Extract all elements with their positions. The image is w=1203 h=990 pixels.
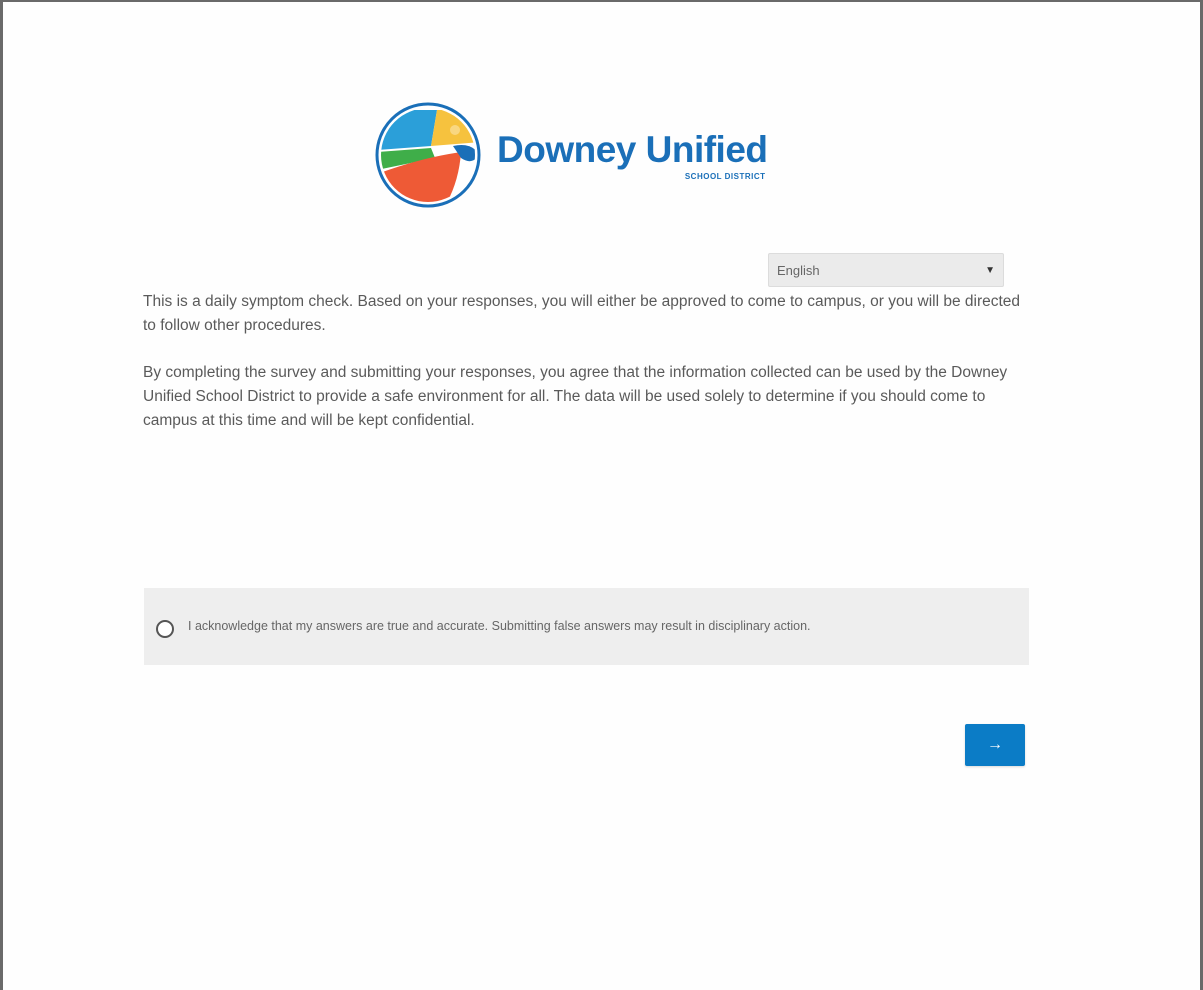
intro-paragraph-2: By completing the survey and submitting … bbox=[143, 364, 1008, 429]
district-logo: Downey Unified SCHOOL DISTRICT bbox=[375, 102, 795, 208]
district-seal-icon bbox=[375, 102, 481, 208]
arrow-right-icon: → bbox=[987, 736, 1003, 753]
next-button[interactable]: → bbox=[965, 724, 1025, 766]
chevron-down-icon: ▼ bbox=[985, 264, 995, 276]
district-name: Downey Unified bbox=[497, 128, 768, 170]
survey-page: Downey Unified SCHOOL DISTRICT English ▼… bbox=[0, 0, 1203, 990]
acknowledgement-option[interactable]: I acknowledge that my answers are true a… bbox=[144, 588, 1029, 665]
intro-paragraph-1: This is a daily symptom check. Based on … bbox=[143, 293, 1021, 334]
language-select-value: English bbox=[777, 262, 820, 278]
district-subtitle: SCHOOL DISTRICT bbox=[684, 171, 766, 181]
acknowledgement-label: I acknowledge that my answers are true a… bbox=[188, 619, 811, 633]
intro-text: This is a daily symptom check. Based on … bbox=[143, 290, 1033, 456]
language-select[interactable]: English ▼ bbox=[768, 253, 1004, 287]
acknowledgement-radio[interactable] bbox=[156, 619, 174, 638]
